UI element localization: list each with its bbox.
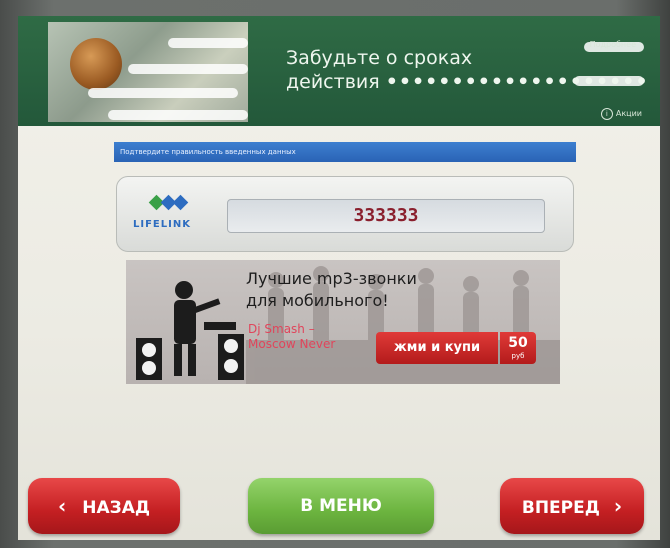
operator-panel: LIFELINK 333333 (116, 176, 574, 252)
price-currency: руб (511, 352, 525, 360)
banner-artist-line2: Moscow Never (248, 337, 336, 351)
operator-logo-text: LIFELINK (133, 219, 191, 230)
banner-headline: Лучшие mp3-звонки для мобильного! (246, 268, 417, 312)
header-title: Забудьте о сроках действия •••••••••••••… (286, 46, 649, 94)
dj-silhouette-icon (136, 281, 244, 380)
price-value: 50 (508, 335, 528, 351)
back-button[interactable]: ‹ НАЗАД (28, 478, 180, 534)
chevron-left-icon: ‹ (57, 494, 67, 518)
entered-number-field: 333333 (227, 199, 545, 233)
back-button-label: НАЗАД (82, 498, 150, 518)
price-badge: 50 руб (500, 332, 536, 364)
buy-ringtone-button[interactable]: жми и купи (376, 332, 498, 364)
light-glare (168, 38, 248, 48)
chevron-right-icon: › (613, 494, 623, 518)
lifelink-logo-icon (148, 193, 189, 212)
header-details-link[interactable]: Подробнее (590, 40, 636, 49)
operator-logo: LIFELINK (133, 189, 211, 239)
info-icon: i (600, 108, 613, 120)
banner-artist-line1: Dj Smash – (248, 322, 315, 336)
banner-artist: Dj Smash – Moscow Never (248, 322, 335, 352)
confirm-data-bar: Подтвердите правильность введенных данны… (114, 142, 576, 162)
light-glare (108, 110, 248, 120)
main-menu-button-label: В МЕНЮ (300, 496, 382, 516)
light-glare (88, 88, 238, 98)
header-info-link[interactable]: i Акции (600, 108, 642, 120)
kiosk-screen: Забудьте о сроках действия •••••••••••••… (18, 16, 660, 540)
promo-header: Забудьте о сроках действия •••••••••••••… (18, 16, 660, 126)
light-glare (128, 64, 248, 74)
header-title-dots: •••••••••••••••••••• (385, 71, 649, 93)
header-title-line1: Забудьте о сроках (286, 47, 473, 69)
main-menu-button[interactable]: В МЕНЮ (248, 478, 434, 534)
header-info-label: Акции (615, 109, 642, 118)
ad-banner[interactable]: Лучшие mp3-звонки для мобильного! Dj Sma… (126, 260, 560, 384)
header-title-line2: действия (286, 71, 380, 93)
next-button[interactable]: ВПЕРЕД › (500, 478, 644, 534)
next-button-label: ВПЕРЕД (521, 498, 600, 518)
banner-headline-line1: Лучшие mp3-звонки (246, 269, 417, 288)
coin-icon (70, 38, 122, 90)
banner-headline-line2: для мобильного! (246, 291, 389, 310)
